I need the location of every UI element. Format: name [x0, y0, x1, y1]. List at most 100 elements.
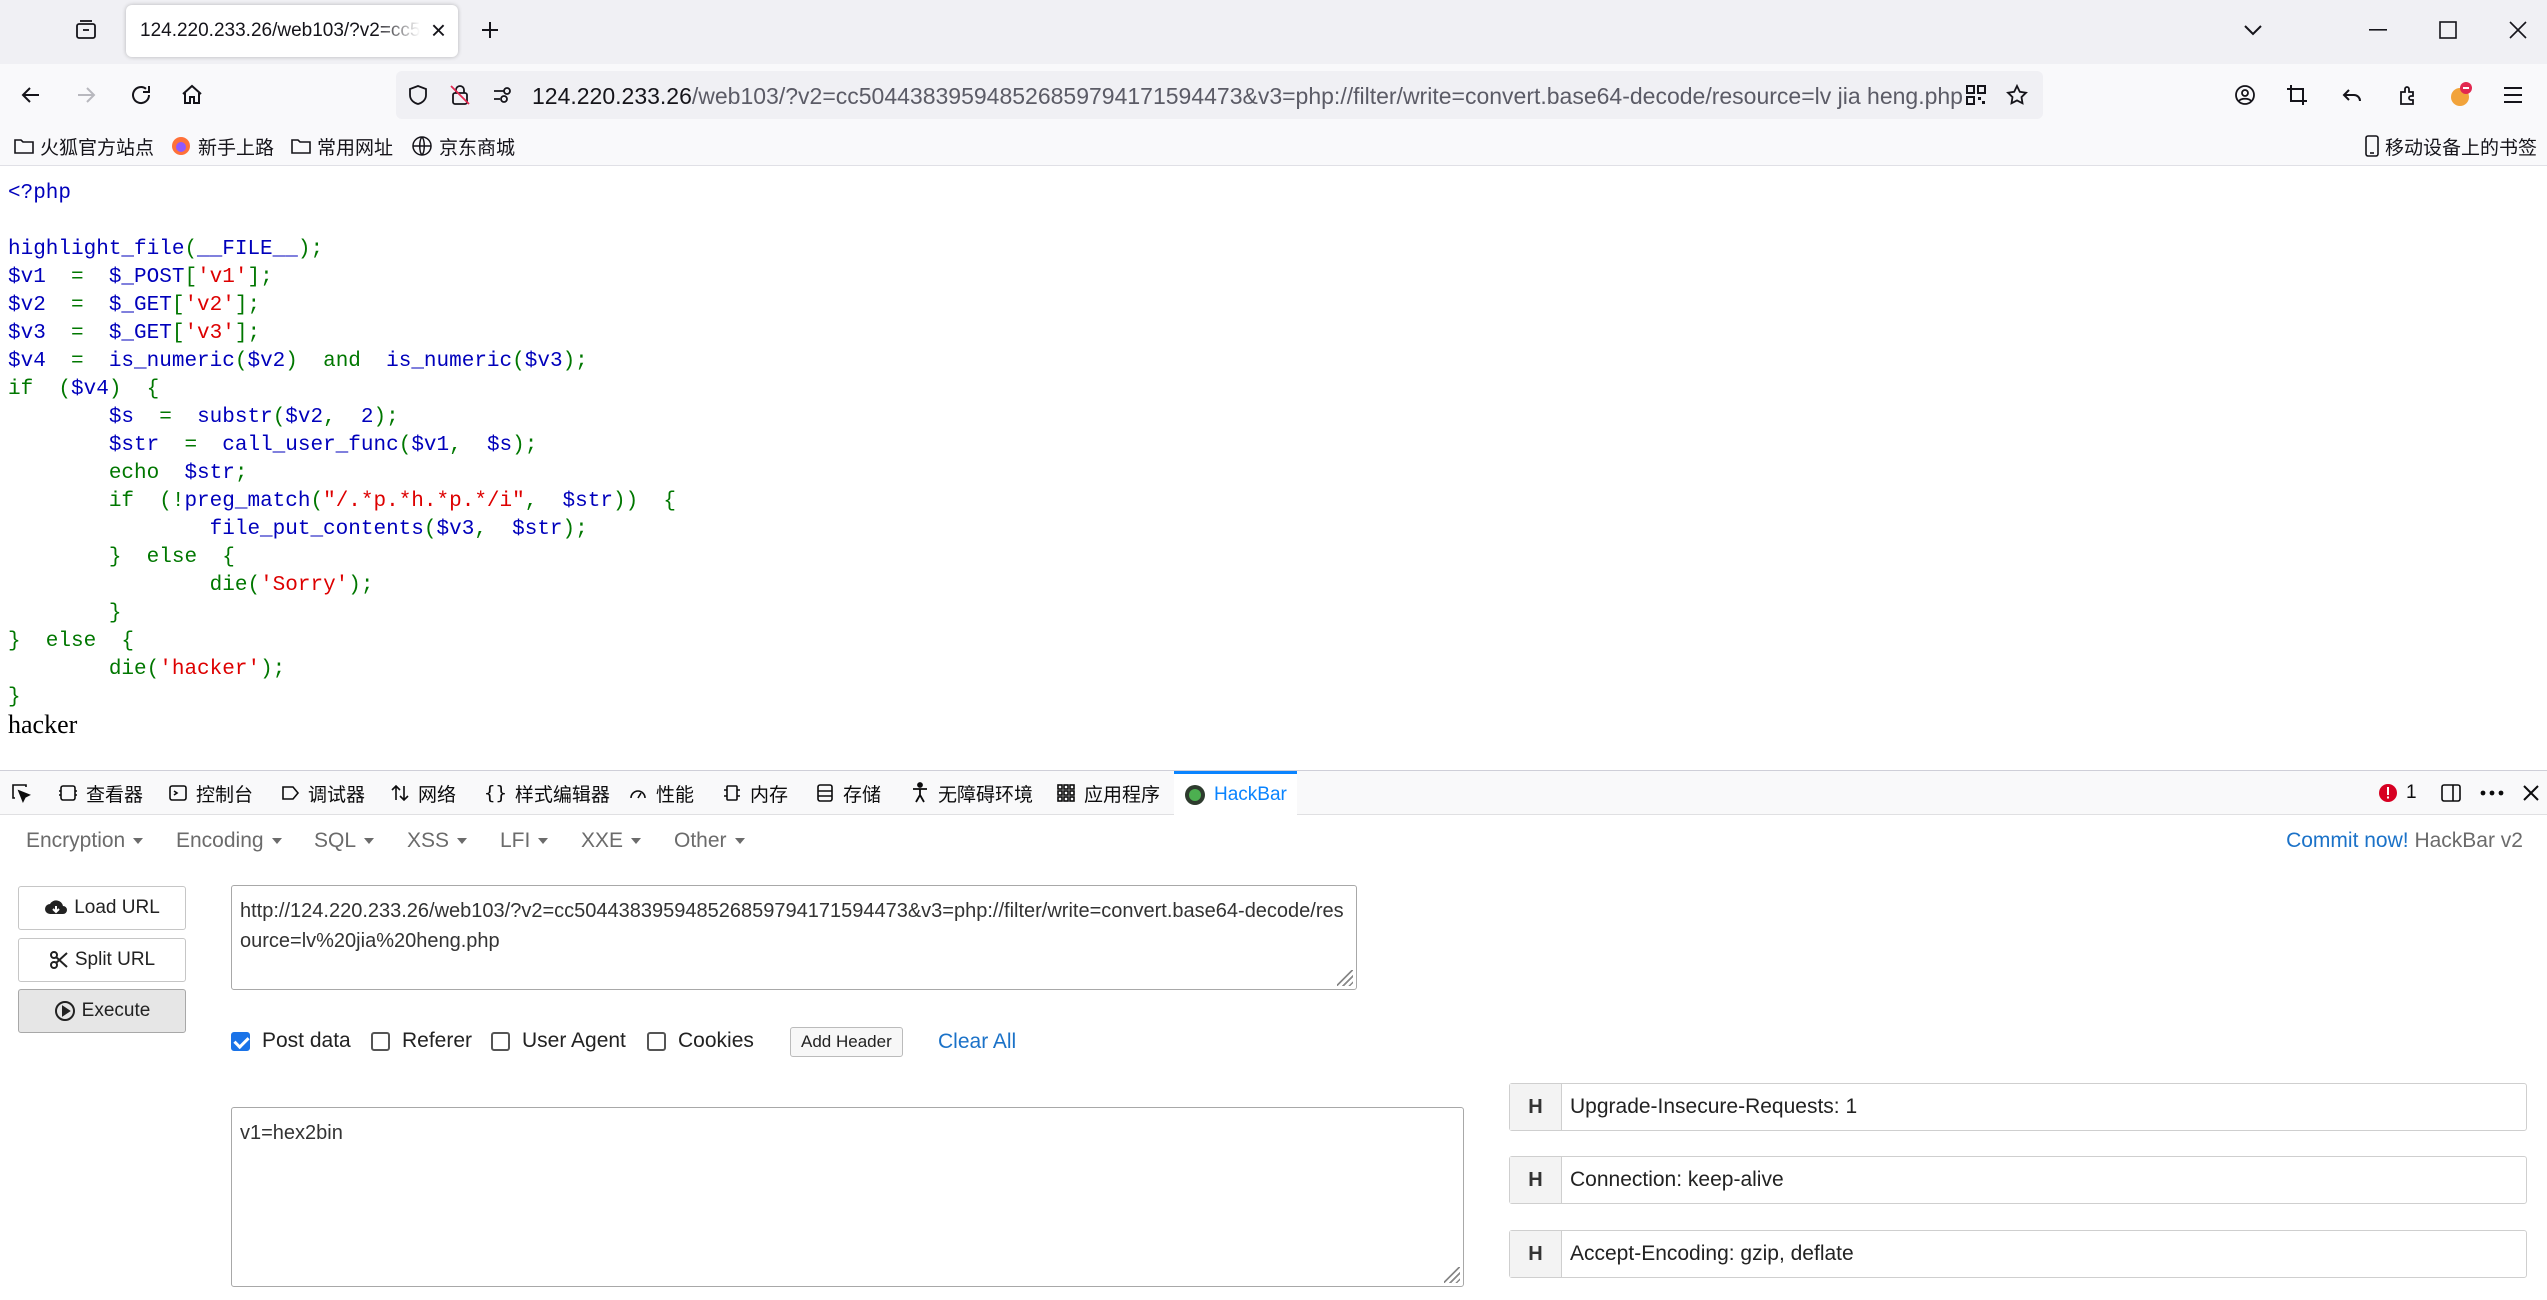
dock-side-icon[interactable] [2440, 771, 2470, 815]
header-value[interactable]: Connection: keep-alive [1562, 1168, 1784, 1192]
menu-other[interactable]: Other [674, 829, 745, 853]
menu-encryption[interactable]: Encryption [26, 829, 144, 853]
hamburger-menu-icon[interactable] [2489, 71, 2537, 119]
tab-overview-icon[interactable] [62, 6, 110, 54]
minimize-icon[interactable] [2343, 0, 2413, 60]
clear-all-link[interactable]: Clear All [938, 1030, 1016, 1054]
tab-close-icon[interactable]: × [431, 17, 446, 43]
tab-memory[interactable]: 内存 [722, 771, 788, 815]
tab-style-editor[interactable]: {} 样式编辑器 [484, 771, 610, 815]
header-value[interactable]: Upgrade-Insecure-Requests: 1 [1562, 1095, 1857, 1119]
url-textarea[interactable]: http://124.220.233.26/web103/?v2=cc50443… [231, 885, 1357, 990]
tab-inspector[interactable]: 查看器 [58, 771, 143, 815]
user-agent-checkbox[interactable] [491, 1031, 510, 1051]
mobile-bookmarks[interactable]: 移动设备上的书签 [2365, 132, 2537, 160]
cookies-checkbox[interactable] [647, 1031, 666, 1051]
menu-encoding[interactable]: Encoding [176, 829, 282, 853]
post-data-textarea[interactable]: v1=hex2bin [231, 1107, 1464, 1287]
option-user-agent[interactable]: User Agent [491, 1029, 626, 1053]
element-picker-icon[interactable] [10, 771, 40, 815]
option-referer[interactable]: Referer [371, 1029, 472, 1053]
header-tag[interactable]: H [1510, 1084, 1562, 1130]
header-tag[interactable]: H [1510, 1157, 1562, 1203]
code-token: $v2 [247, 350, 286, 373]
insecure-lock-icon[interactable] [448, 83, 472, 107]
add-header-button[interactable]: Add Header [790, 1027, 903, 1057]
code-token: $v2 [285, 406, 324, 429]
menu-sql[interactable]: SQL [314, 829, 375, 853]
code-token: , [449, 434, 487, 457]
split-url-button[interactable]: Split URL [18, 938, 186, 982]
bookmark-star-icon[interactable] [2005, 83, 2029, 107]
code-token: 'Sorry' [260, 574, 349, 597]
play-circle-icon [54, 1001, 75, 1021]
post-data-checkbox[interactable] [231, 1031, 250, 1051]
close-window-icon[interactable] [2483, 0, 2547, 60]
hackbar-icon [1185, 784, 1205, 805]
tab-network[interactable]: 网络 [390, 771, 456, 815]
undo-icon[interactable] [2328, 71, 2376, 119]
menu-lfi[interactable]: LFI [500, 829, 549, 853]
new-tab-icon[interactable] [466, 6, 514, 54]
menu-xss[interactable]: XSS [407, 829, 468, 853]
tab-performance[interactable]: 性能 [628, 771, 694, 815]
tab-storage[interactable]: 存储 [815, 771, 881, 815]
option-label: Cookies [678, 1029, 754, 1052]
resize-grip-icon[interactable] [1337, 970, 1353, 986]
tab-label: 内存 [750, 784, 789, 806]
menu-label: LFI [500, 829, 531, 852]
menu-xxe[interactable]: XXE [581, 829, 642, 853]
header-row[interactable]: H Upgrade-Insecure-Requests: 1 [1509, 1083, 2527, 1131]
console-icon [169, 785, 187, 801]
execute-button[interactable]: Execute [18, 989, 186, 1033]
tab-application[interactable]: 应用程序 [1056, 771, 1160, 815]
bookmark-folder[interactable]: 火狐官方站点 [14, 132, 154, 160]
error-count-badge[interactable]: 1 [2378, 771, 2417, 815]
load-url-button[interactable]: Load URL [18, 886, 186, 930]
header-row[interactable]: H Connection: keep-alive [1509, 1156, 2527, 1204]
reload-icon[interactable] [117, 71, 165, 119]
mobile-bookmarks-label: 移动设备上的书签 [2385, 137, 2538, 159]
forward-arrow-icon[interactable] [62, 71, 110, 119]
commit-now-link[interactable]: Commit now! [2286, 829, 2409, 852]
code-token: [ [171, 322, 185, 345]
bookmarks-toolbar: 火狐官方站点 新手上路 常用网址 京东商城 移动设备上的书签 [0, 126, 2547, 166]
option-post-data[interactable]: Post data [231, 1029, 351, 1053]
close-devtools-icon[interactable] [2522, 771, 2547, 815]
permissions-icon[interactable] [490, 83, 514, 107]
account-icon[interactable] [2221, 71, 2269, 119]
tab-list-chevron-icon[interactable] [2218, 0, 2288, 60]
tab-accessibility[interactable]: 无障碍环境 [910, 771, 1033, 815]
maximize-icon[interactable] [2413, 0, 2483, 60]
hackbar-menu: Encryption Encoding SQL XSS LFI XXE Othe… [0, 815, 2547, 871]
home-icon[interactable] [168, 71, 216, 119]
bookmark-link[interactable]: 京东商城 [411, 132, 515, 160]
tab-console[interactable]: 控制台 [168, 771, 253, 815]
header-row[interactable]: H Accept-Encoding: gzip, deflate [1509, 1230, 2527, 1278]
storage-icon [817, 784, 833, 802]
back-arrow-icon[interactable] [7, 71, 55, 119]
referer-checkbox[interactable] [371, 1031, 390, 1051]
code-token: $v4 [8, 350, 72, 373]
option-cookies[interactable]: Cookies [647, 1029, 754, 1053]
header-tag[interactable]: H [1510, 1231, 1562, 1277]
code-token: = [71, 294, 109, 317]
header-value[interactable]: Accept-Encoding: gzip, deflate [1562, 1242, 1854, 1266]
address-bar[interactable]: 124.220.233.26/web103/?v2=cc504438395948… [396, 71, 2043, 119]
bookmark-link[interactable]: 新手上路 [170, 132, 274, 160]
extensions-icon[interactable] [2384, 71, 2432, 119]
tab-debugger[interactable]: 调试器 [280, 771, 365, 815]
inspector-icon [59, 785, 77, 801]
bookmark-folder[interactable]: 常用网址 [291, 132, 393, 160]
qr-code-icon[interactable] [1964, 83, 1988, 107]
tab-hackbar[interactable]: HackBar [1174, 771, 1297, 815]
shield-icon[interactable] [406, 83, 430, 107]
extension-badge-icon[interactable] [2436, 71, 2484, 119]
browser-tab[interactable]: 124.220.233.26/web103/?v2=cc504438395948… [126, 5, 458, 57]
more-options-icon[interactable] [2480, 771, 2512, 815]
resize-grip-icon[interactable] [1444, 1267, 1460, 1283]
error-icon [2379, 784, 2397, 802]
screenshot-crop-icon[interactable] [2273, 71, 2321, 119]
